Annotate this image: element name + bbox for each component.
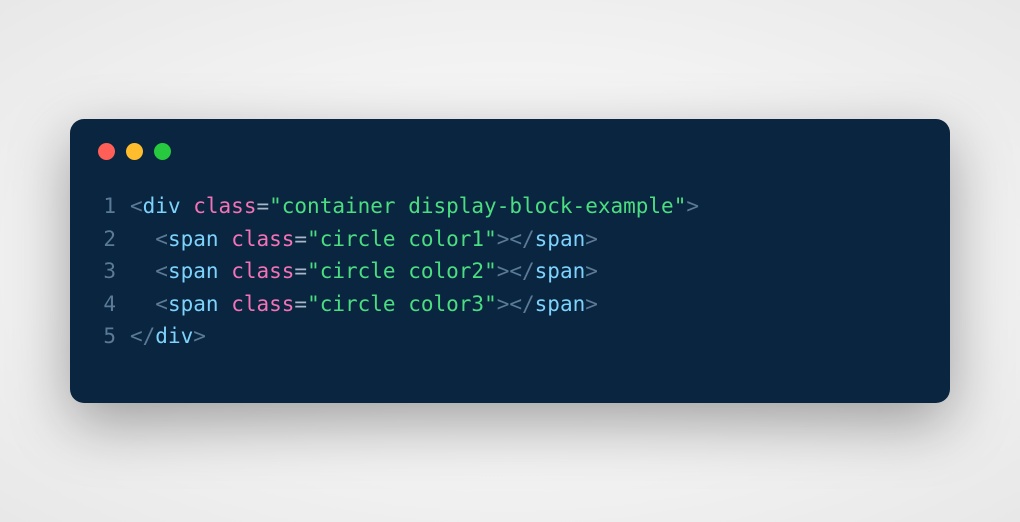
code-token: >	[686, 194, 699, 218]
code-token: span	[535, 292, 586, 316]
code-token: div	[143, 194, 181, 218]
code-token: span	[535, 227, 586, 251]
code-token: class	[231, 292, 294, 316]
code-block: 1<div class="container display-block-exa…	[70, 190, 950, 353]
code-token: "circle color1"	[307, 227, 497, 251]
line-number: 5	[98, 320, 130, 353]
traffic-lights	[70, 143, 950, 190]
code-token	[130, 292, 155, 316]
code-token: span	[168, 227, 219, 251]
code-token: "circle color2"	[307, 259, 497, 283]
code-token: <	[155, 292, 168, 316]
code-token	[219, 292, 232, 316]
code-token: <	[155, 259, 168, 283]
code-token: <	[155, 227, 168, 251]
code-token: "circle color3"	[307, 292, 497, 316]
code-token: div	[155, 324, 193, 348]
code-token: =	[294, 227, 307, 251]
code-token	[130, 259, 155, 283]
code-token: class	[193, 194, 256, 218]
code-token: </	[130, 324, 155, 348]
code-token: ></	[497, 227, 535, 251]
code-line: 1<div class="container display-block-exa…	[98, 190, 922, 223]
code-token: =	[294, 259, 307, 283]
code-token: "container display-block-example"	[269, 194, 686, 218]
line-content: </div>	[130, 320, 206, 353]
code-line: 4 <span class="circle color3"></span>	[98, 288, 922, 321]
minimize-icon[interactable]	[126, 143, 143, 160]
line-number: 4	[98, 288, 130, 321]
code-line: 5</div>	[98, 320, 922, 353]
code-token: >	[585, 227, 598, 251]
line-content: <span class="circle color1"></span>	[130, 223, 598, 256]
code-token: ></	[497, 292, 535, 316]
code-window: 1<div class="container display-block-exa…	[70, 119, 950, 403]
line-number: 2	[98, 223, 130, 256]
code-token: >	[193, 324, 206, 348]
code-token	[219, 227, 232, 251]
code-line: 3 <span class="circle color2"></span>	[98, 255, 922, 288]
code-line: 2 <span class="circle color1"></span>	[98, 223, 922, 256]
code-token: =	[256, 194, 269, 218]
close-icon[interactable]	[98, 143, 115, 160]
line-content: <span class="circle color2"></span>	[130, 255, 598, 288]
code-token: span	[168, 292, 219, 316]
code-token: >	[585, 292, 598, 316]
line-number: 1	[98, 190, 130, 223]
code-token: class	[231, 259, 294, 283]
code-token: class	[231, 227, 294, 251]
code-token: span	[535, 259, 586, 283]
code-token	[181, 194, 194, 218]
line-number: 3	[98, 255, 130, 288]
code-token	[219, 259, 232, 283]
code-token	[130, 227, 155, 251]
line-content: <div class="container display-block-exam…	[130, 190, 699, 223]
maximize-icon[interactable]	[154, 143, 171, 160]
code-token: =	[294, 292, 307, 316]
code-token: >	[585, 259, 598, 283]
code-token: <	[130, 194, 143, 218]
code-token: ></	[497, 259, 535, 283]
code-token: span	[168, 259, 219, 283]
line-content: <span class="circle color3"></span>	[130, 288, 598, 321]
